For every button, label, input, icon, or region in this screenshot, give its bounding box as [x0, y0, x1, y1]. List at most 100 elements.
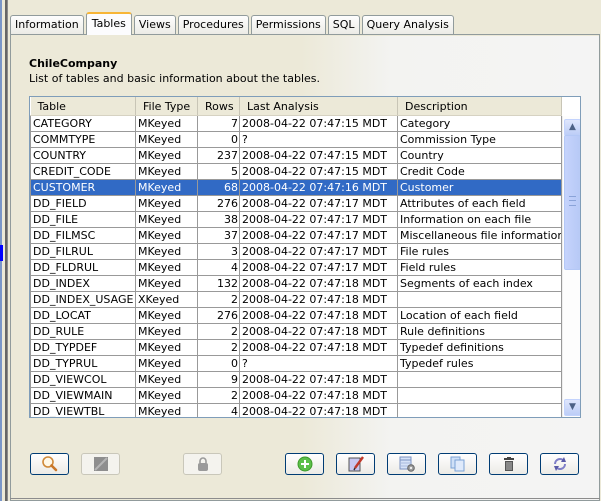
cell-last-analysis: 2008-04-22 07:47:18 MDT	[239, 371, 398, 388]
scroll-thumb[interactable]	[564, 135, 580, 270]
tab-permissions[interactable]: Permissions	[250, 15, 326, 34]
add-button[interactable]	[285, 453, 324, 475]
table-row[interactable]: DD_VIEWTBL MKeyed 4 2008-04-22 07:47:18 MDT	[30, 403, 562, 417]
cell-rows: 0	[197, 131, 240, 148]
inspect-button[interactable]	[30, 453, 69, 475]
cell-description	[397, 387, 562, 404]
table-row[interactable]: DD_VIEWMAIN MKeyed 2 2008-04-22 07:47:18 MD…	[30, 387, 562, 404]
column-header-table[interactable]: Table	[30, 97, 136, 116]
cell-description	[397, 371, 562, 388]
cell-rows: 3	[197, 243, 240, 260]
cell-last-analysis: 2008-04-22 07:47:17 MDT	[239, 195, 398, 212]
cell-table: DD_FLDRUL	[30, 259, 136, 276]
splitter[interactable]	[5, 0, 7, 501]
cell-table: DD_FILMSC	[30, 227, 136, 244]
table-row[interactable]: DD_INDEX MKeyed 132 2008-04-22 07:47:18 MDT…	[30, 275, 562, 292]
tables-grid-table: Table File Type Rows Last Analysis Descr…	[30, 97, 562, 417]
trash-icon	[503, 457, 514, 471]
scroll-down-button[interactable]: ▼	[564, 399, 580, 416]
cell-description: Commission Type	[397, 131, 562, 148]
cell-last-analysis: 2008-04-22 07:47:16 MDT	[239, 179, 398, 196]
cell-description: Category	[397, 115, 562, 132]
delete-button[interactable]	[489, 453, 528, 475]
scroll-up-button[interactable]: ▲	[564, 119, 580, 136]
cell-rows: 68	[197, 179, 240, 196]
table-row[interactable]: DD_TYPRUL MKeyed 0? Typedef rules	[30, 355, 562, 372]
tab-bar: Information Tables Views Procedures Perm…	[10, 12, 456, 35]
table-row[interactable]: DD_VIEWCOL MKeyed 9 2008-04-22 07:47:18 MDT	[30, 371, 562, 388]
tables-grid[interactable]: Table File Type Rows Last Analysis Descr…	[29, 96, 581, 418]
cell-description: Attributes of each field	[397, 195, 562, 212]
table-row[interactable]: DD_INDEX_USAGE XKeyed 2 2008-04-22 07:47:18…	[30, 291, 562, 308]
table-row[interactable]: DD_FLDRUL MKeyed 4 2008-04-22 07:47:17 MDT F…	[30, 259, 562, 276]
table-row[interactable]: DD_RULE MKeyed 2 2008-04-22 07:47:18 MDT Rul…	[30, 323, 562, 340]
cell-description: Country	[397, 147, 562, 164]
cell-table: CATEGORY	[30, 115, 136, 132]
cell-last-analysis: 2008-04-22 07:47:15 MDT	[239, 163, 398, 180]
cell-rows: 276	[197, 307, 240, 324]
cell-file-type: MKeyed	[135, 259, 198, 276]
panel-description: List of tables and basic information abo…	[29, 72, 321, 85]
refresh-button[interactable]	[540, 453, 579, 475]
copy-button[interactable]	[438, 453, 477, 475]
edit-pencil-icon	[348, 456, 364, 472]
cell-last-analysis: ?	[239, 131, 398, 148]
cell-description: Segments of each index	[397, 275, 562, 292]
tab-procedures[interactable]: Procedures	[177, 15, 249, 34]
table-row[interactable]: DD_FILRUL MKeyed 3 2008-04-22 07:47:17 MDT F…	[30, 243, 562, 260]
tab-information[interactable]: Information	[10, 15, 84, 34]
tab-sql[interactable]: SQL	[327, 15, 360, 34]
cell-rows: 0	[197, 355, 240, 372]
cell-file-type: MKeyed	[135, 387, 198, 404]
cell-table: DD_FILE	[30, 211, 136, 228]
cell-description: Typedef definitions	[397, 339, 562, 356]
cell-last-analysis: 2008-04-22 07:47:18 MDT	[239, 403, 398, 417]
table-row[interactable]: DD_FILE MKeyed 38 2008-04-22 07:47:17 MDT In…	[30, 211, 562, 228]
table-row[interactable]: CUSTOMER MKeyed 68 2008-04-22 07:47:16 MDT C…	[30, 179, 562, 196]
cell-file-type: MKeyed	[135, 115, 198, 132]
cell-table: DD_TYPDEF	[30, 339, 136, 356]
table-row[interactable]: DD_TYPDEF MKeyed 2 2008-04-22 07:47:18 MDT T…	[30, 339, 562, 356]
table-row[interactable]: CATEGORY MKeyed 7 2008-04-22 07:47:15 MDT Ca…	[30, 115, 562, 132]
edit-data-button[interactable]	[81, 453, 120, 475]
cell-rows: 4	[197, 403, 240, 417]
cell-rows: 276	[197, 195, 240, 212]
cell-last-analysis: 2008-04-22 07:47:17 MDT	[239, 211, 398, 228]
cell-rows: 7	[197, 115, 240, 132]
cell-last-analysis: 2008-04-22 07:47:18 MDT	[239, 291, 398, 308]
column-header-file-type[interactable]: File Type	[135, 97, 198, 116]
refresh-icon	[553, 457, 566, 471]
cell-table: DD_VIEWCOL	[30, 371, 136, 388]
cell-file-type: MKeyed	[135, 355, 198, 372]
table-row[interactable]: COUNTRY MKeyed 237 2008-04-22 07:47:15 MDT C…	[30, 147, 562, 164]
table-row[interactable]: DD_FILMSC MKeyed 37 2008-04-22 07:47:17 MDT…	[30, 227, 562, 244]
cell-rows: 2	[197, 387, 240, 404]
cell-table: DD_VIEWMAIN	[30, 387, 136, 404]
cell-rows: 4	[197, 259, 240, 276]
column-header-last-analysis[interactable]: Last Analysis	[239, 97, 398, 116]
tab-tables[interactable]: Tables	[85, 12, 132, 35]
table-row[interactable]: DD_FIELD MKeyed 276 2008-04-22 07:47:17 MDT…	[30, 195, 562, 212]
grid-header-row: Table File Type Rows Last Analysis Descr…	[30, 97, 562, 116]
cell-file-type: MKeyed	[135, 131, 198, 148]
cell-file-type: MKeyed	[135, 147, 198, 164]
column-header-description[interactable]: Description	[397, 97, 562, 116]
edit-button[interactable]	[336, 453, 375, 475]
table-row[interactable]: COMMTYPE MKeyed 0? Commission Type	[30, 131, 562, 148]
table-row[interactable]: CREDIT_CODE MKeyed 5 2008-04-22 07:47:15 MD…	[30, 163, 562, 180]
cell-table: DD_LOCAT	[30, 307, 136, 324]
properties-button[interactable]	[387, 453, 426, 475]
tab-views[interactable]: Views	[133, 15, 176, 34]
cell-description: Field rules	[397, 259, 562, 276]
vertical-scrollbar[interactable]: ▲ ▼	[562, 116, 580, 417]
cell-table: COUNTRY	[30, 147, 136, 164]
cell-last-analysis: ?	[239, 355, 398, 372]
tab-query-analysis[interactable]: Query Analysis	[361, 15, 454, 34]
cell-last-analysis: 2008-04-22 07:47:18 MDT	[239, 387, 398, 404]
cell-rows: 9	[197, 371, 240, 388]
cell-file-type: MKeyed	[135, 275, 198, 292]
table-row[interactable]: DD_LOCAT MKeyed 276 2008-04-22 07:47:18 MDT…	[30, 307, 562, 324]
cell-file-type: MKeyed	[135, 403, 198, 417]
column-header-rows[interactable]: Rows	[197, 97, 240, 116]
lock-button[interactable]	[183, 453, 222, 475]
